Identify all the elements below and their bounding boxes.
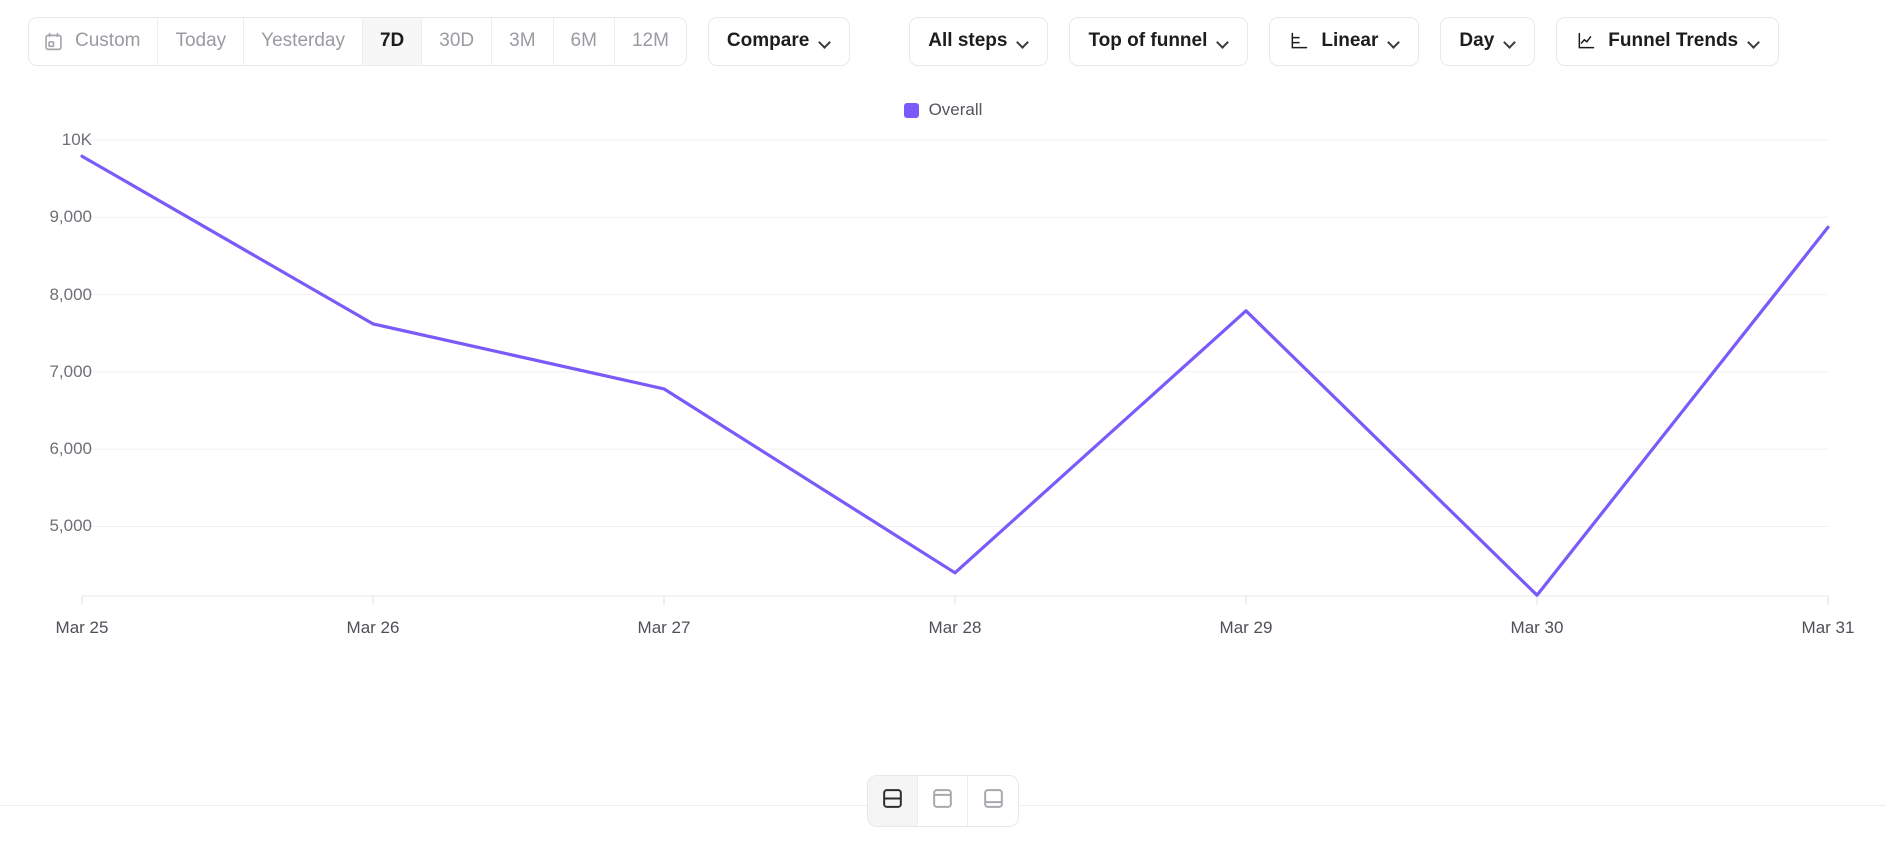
date-range-7d-label: 7D [379,30,405,51]
x-axis-tick-label: Mar 29 [1219,618,1273,637]
steps-label: All steps [928,30,1008,51]
date-range-7d[interactable]: 7D [362,17,423,65]
chart-gridlines [82,139,1828,597]
x-axis-tick-label: Mar 25 [55,618,109,637]
date-range-segmented-control[interactable]: Custom Today Yesterday 7D 30D 3M 6M 12M [28,16,687,66]
chart-plot-area [80,139,1830,605]
date-range-3m[interactable]: 3M [492,17,554,65]
bottom-heavy-icon [981,786,1006,816]
date-range-6m-label: 6M [570,30,597,51]
legend-label-overall: Overall [928,100,983,119]
line-chart-icon [1575,31,1597,51]
view-dropdown[interactable]: Funnel Trends [1556,16,1780,66]
series-line-overall [80,154,1830,597]
granularity-dropdown[interactable]: Day [1440,16,1536,66]
chevron-down-icon [1389,38,1400,45]
date-range-12m-label: 12M [631,30,669,51]
funnel-trends-panel: Custom Today Yesterday 7D 30D 3M 6M 12M … [0,0,1886,852]
layout-switcher[interactable] [867,775,1019,827]
funnel-position-dropdown[interactable]: Top of funnel [1069,16,1249,66]
chevron-down-icon [820,38,831,45]
y-axis-tick-label: 7,000 [49,361,92,381]
granularity-label: Day [1459,30,1495,51]
top-heavy-icon [930,786,955,816]
chevron-down-icon [1749,38,1760,45]
compare-dropdown[interactable]: Compare [707,16,851,66]
axis-chart-icon [1288,31,1310,51]
date-range-30d-label: 30D [439,30,475,51]
layout-top-heavy-button[interactable] [918,776,968,826]
scale-label: Linear [1321,30,1379,51]
y-axis-tick-label: 6,000 [49,439,92,459]
y-axis-tick-label: 5,000 [49,516,92,536]
date-range-6m[interactable]: 6M [553,17,615,65]
date-range-today[interactable]: Today [158,17,245,65]
date-range-yesterday-label: Yesterday [261,30,345,51]
y-axis-tick-label: 8,000 [49,284,92,304]
scale-dropdown[interactable]: Linear [1269,16,1420,66]
chart-legend: Overall [0,100,1886,120]
x-axis-tick-label: Mar 31 [1801,618,1855,637]
date-range-yesterday[interactable]: Yesterday [244,17,363,65]
split-even-icon [880,786,905,816]
compare-label: Compare [726,30,810,51]
chart-x-tick-marks [81,596,1829,605]
date-range-12m[interactable]: 12M [614,17,686,65]
view-label: Funnel Trends [1608,30,1739,51]
y-axis-tick-label: 9,000 [49,207,92,227]
x-axis-tick-label: Mar 27 [637,618,691,637]
x-axis-tick-label: Mar 26 [346,618,400,637]
date-range-3m-label: 3M [509,30,536,51]
date-range-custom-label: Custom [75,30,141,51]
chevron-down-icon [1018,38,1029,45]
legend-swatch-overall [903,102,919,118]
calendar-icon [43,31,64,52]
date-range-custom[interactable]: Custom [29,17,159,65]
funnel-trends-chart: 10K 9,000 8,000 7,000 6,000 5,000 Mar 25 Mar 2… [0,126,1886,746]
chevron-down-icon [1218,38,1229,45]
steps-dropdown[interactable]: All steps [909,16,1049,66]
layout-split-even-button[interactable] [868,776,918,826]
funnel-position-label: Top of funnel [1088,30,1208,51]
date-range-30d[interactable]: 30D [422,17,493,65]
chart-toolbar: Custom Today Yesterday 7D 30D 3M 6M 12M … [0,0,1886,82]
x-axis-tick-label: Mar 30 [1510,618,1564,637]
date-range-today-label: Today [175,30,227,51]
y-axis-tick-label: 10K [61,130,92,149]
x-axis-tick-label: Mar 28 [928,618,982,637]
layout-bottom-heavy-button[interactable] [968,776,1018,826]
chevron-down-icon [1505,38,1516,45]
